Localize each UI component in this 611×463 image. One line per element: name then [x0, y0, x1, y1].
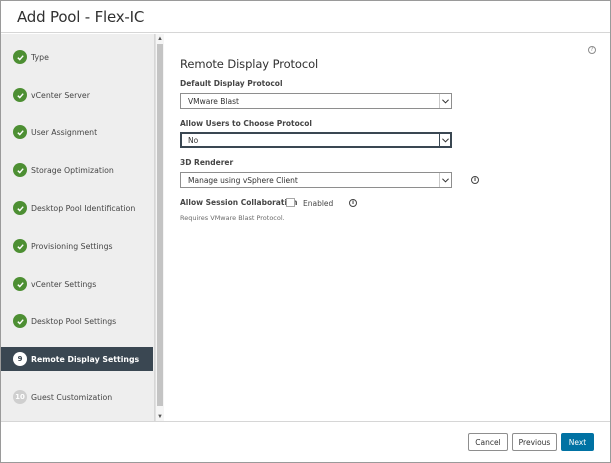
scroll-up-icon[interactable]: ▲	[156, 34, 164, 43]
step-label: User Assignment	[31, 127, 98, 137]
renderer-label: 3D Renderer	[180, 158, 234, 167]
step-label: Desktop Pool Identification	[31, 203, 136, 213]
help-icon[interactable]: ?	[588, 46, 596, 54]
section-title: Remote Display Protocol	[180, 57, 319, 71]
step-vcenter-server[interactable]: vCenter Server	[1, 83, 153, 107]
step-label: Guest Customization	[31, 392, 113, 402]
step-type[interactable]: Type	[1, 45, 153, 69]
cancel-button[interactable]: Cancel	[468, 433, 508, 451]
dialog-titlebar: Add Pool - Flex-IC	[1, 1, 610, 33]
step-label: Desktop Pool Settings	[31, 316, 117, 326]
scrollbar-thumb[interactable]	[157, 44, 163, 406]
sidebar-scrollbar[interactable]: ▲ ▼	[155, 34, 164, 421]
step-label: vCenter Settings	[31, 279, 97, 289]
chevron-down-icon	[439, 133, 451, 147]
step-user-assignment[interactable]: User Assignment	[1, 120, 153, 144]
collaboration-checkbox[interactable]	[286, 198, 295, 207]
step-guest-customization[interactable]: 10 Guest Customization	[1, 385, 153, 409]
check-icon	[13, 314, 27, 328]
step-label: Remote Display Settings	[31, 354, 140, 364]
dialog-title: Add Pool - Flex-IC	[17, 8, 145, 26]
check-icon	[13, 277, 27, 291]
step-provisioning-settings[interactable]: Provisioning Settings	[1, 234, 153, 258]
step-number-badge: 9	[13, 352, 27, 366]
info-icon[interactable]: i	[471, 176, 479, 184]
chevron-down-icon	[439, 173, 451, 187]
check-icon	[13, 50, 27, 64]
step-label: Provisioning Settings	[31, 241, 113, 251]
step-remote-display-settings[interactable]: 9 Remote Display Settings	[1, 347, 153, 371]
next-button[interactable]: Next	[561, 433, 594, 451]
info-icon[interactable]: i	[349, 199, 357, 207]
allow-choose-select[interactable]: No	[180, 132, 452, 148]
check-icon	[13, 201, 27, 215]
check-icon	[13, 125, 27, 139]
select-value: No	[188, 136, 199, 145]
step-desktop-pool-settings[interactable]: Desktop Pool Settings	[1, 309, 153, 333]
scroll-down-icon[interactable]: ▼	[156, 412, 164, 421]
step-vcenter-settings[interactable]: vCenter Settings	[1, 272, 153, 296]
default-protocol-label: Default Display Protocol	[180, 79, 283, 88]
collaboration-label: Allow Session Collaboration	[180, 198, 298, 207]
step-storage-optimization[interactable]: Storage Optimization	[1, 158, 153, 182]
collaboration-hint: Requires VMware Blast Protocol.	[180, 214, 285, 222]
add-pool-dialog: Add Pool - Flex-IC Type vCenter Server U…	[0, 0, 611, 463]
collaboration-checkbox-label[interactable]: Enabled	[303, 199, 333, 208]
step-number-badge: 10	[13, 390, 27, 404]
step-label: Storage Optimization	[31, 165, 114, 175]
check-icon	[13, 239, 27, 253]
step-label: Type	[31, 52, 49, 62]
main-content: ? Remote Display Protocol Default Displa…	[165, 34, 610, 421]
wizard-steps-sidebar: Type vCenter Server User Assignment Stor…	[1, 34, 155, 421]
select-value: Manage using vSphere Client	[188, 176, 298, 185]
step-label: vCenter Server	[31, 90, 90, 100]
check-icon	[13, 88, 27, 102]
step-desktop-pool-identification[interactable]: Desktop Pool Identification	[1, 196, 153, 220]
allow-choose-label: Allow Users to Choose Protocol	[180, 119, 312, 128]
previous-button[interactable]: Previous	[512, 433, 557, 451]
default-protocol-select[interactable]: VMware Blast	[180, 93, 452, 109]
dialog-footer: Cancel Previous Next	[1, 421, 610, 462]
chevron-down-icon	[439, 94, 451, 108]
check-icon	[13, 163, 27, 177]
select-value: VMware Blast	[188, 97, 239, 106]
renderer-select[interactable]: Manage using vSphere Client	[180, 172, 452, 188]
